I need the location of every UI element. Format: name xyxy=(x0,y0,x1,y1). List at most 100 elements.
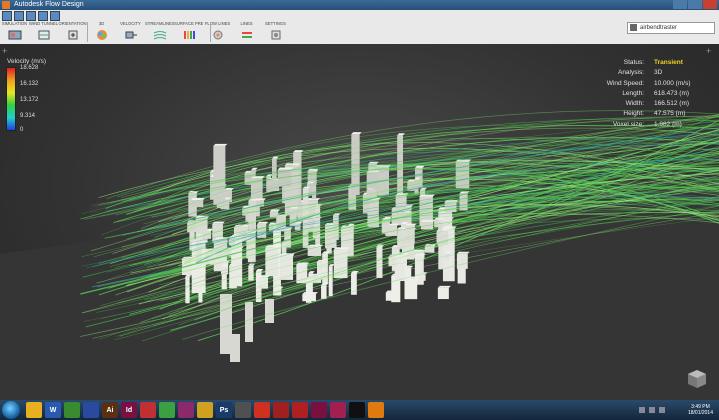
building-face xyxy=(404,278,418,300)
taskbar-app-icon[interactable] xyxy=(292,402,308,418)
3d-view-icon xyxy=(96,30,107,40)
building xyxy=(302,292,318,302)
maximize-button[interactable] xyxy=(688,0,702,9)
avatar-icon xyxy=(630,24,637,31)
tall-building xyxy=(230,334,240,362)
tall-building xyxy=(245,302,253,342)
building xyxy=(279,253,296,280)
taskbar-app-icon[interactable] xyxy=(254,402,270,418)
building-roof xyxy=(351,132,362,135)
close-button[interactable] xyxy=(703,0,717,9)
3d-view-button[interactable] xyxy=(87,27,116,43)
streamlines-button[interactable] xyxy=(145,27,174,43)
add-icon[interactable]: + xyxy=(2,46,7,56)
redo-icon[interactable] xyxy=(50,11,60,21)
taskbar-app-icon[interactable]: Ps xyxy=(216,402,232,418)
taskbar-apps: W Ai Id Ps xyxy=(26,402,384,418)
taskbar-app-icon[interactable] xyxy=(235,402,251,418)
settings-icon xyxy=(271,30,280,40)
tab-surface-pressure[interactable]: SURFACE PRESSURE xyxy=(174,21,203,26)
flag-icon[interactable] xyxy=(659,407,665,413)
velocity-button[interactable] xyxy=(116,27,145,43)
start-button[interactable] xyxy=(2,401,20,419)
taskbar-app-icon[interactable] xyxy=(330,402,346,418)
building-face xyxy=(456,253,468,269)
taskbar-app-icon[interactable] xyxy=(159,402,175,418)
save-icon[interactable] xyxy=(26,11,36,21)
taskbar-app-icon[interactable]: Ai xyxy=(102,402,118,418)
simulation-button[interactable] xyxy=(0,27,29,43)
wind-tunnel-button[interactable] xyxy=(29,27,58,43)
undo-icon[interactable] xyxy=(38,11,48,21)
app-icon xyxy=(2,1,10,9)
taskbar-app-icon[interactable]: W xyxy=(45,402,61,418)
new-icon[interactable] xyxy=(2,11,12,21)
taskbar-app-icon[interactable] xyxy=(178,402,194,418)
building-face xyxy=(213,145,226,205)
network-icon[interactable] xyxy=(639,407,645,413)
taskbar-app-icon[interactable] xyxy=(349,402,365,418)
simulation-viewport[interactable]: + Velocity (m/s) 18.628 16.132 13.172 9.… xyxy=(0,44,719,400)
building-face xyxy=(376,246,383,278)
taskbar-app-icon[interactable] xyxy=(273,402,289,418)
info-row-voxel-size: Voxel size: 1.982 (m) xyxy=(612,120,682,128)
building-face xyxy=(437,287,449,300)
quick-access-toolbar xyxy=(2,10,60,21)
title-bar: Autodesk Flow Design xyxy=(0,0,719,10)
minimize-button[interactable] xyxy=(673,0,687,9)
wind-tunnel-icon xyxy=(38,30,49,40)
info-row-analysis: Analysis: 3D xyxy=(617,69,663,77)
taskbar-app-icon[interactable] xyxy=(140,402,156,418)
building-roof xyxy=(251,167,258,170)
settings-button[interactable] xyxy=(261,27,290,43)
legend-tick: 9.314 xyxy=(20,113,36,119)
legend-tick: 16.132 xyxy=(20,81,39,87)
velocity-icon xyxy=(125,31,137,39)
taskbar-app-icon[interactable] xyxy=(83,402,99,418)
lines-button[interactable] xyxy=(232,27,261,43)
tab-lines[interactable]: LINES xyxy=(232,21,261,26)
building-face xyxy=(248,200,257,232)
tab-velocity[interactable]: VELOCITY xyxy=(116,21,145,26)
tab-settings[interactable]: SETTINGS xyxy=(261,21,290,26)
user-account[interactable]: airbendtraster xyxy=(627,22,715,34)
tab-flow-lines[interactable]: FLOW LINES xyxy=(203,21,232,26)
building-roof xyxy=(302,292,318,295)
taskbar-app-icon[interactable] xyxy=(197,402,213,418)
taskbar-app-icon[interactable] xyxy=(64,402,80,418)
surface-pressure-button[interactable] xyxy=(174,27,203,43)
taskbar: W Ai Id Ps 3:49 PM 18/01/2014 xyxy=(0,400,719,420)
simulation-icon xyxy=(8,30,21,40)
window-controls xyxy=(673,0,717,10)
building xyxy=(213,143,228,205)
streamlines-icon xyxy=(153,31,166,40)
taskbar-app-icon[interactable] xyxy=(311,402,327,418)
orientation-button[interactable] xyxy=(58,27,87,43)
building-face xyxy=(302,294,316,302)
tab-orientation[interactable]: ORIENTATION xyxy=(58,21,87,26)
taskbar-app-icon[interactable] xyxy=(368,402,384,418)
taskbar-app-icon[interactable] xyxy=(26,402,42,418)
view-cube-icon[interactable] xyxy=(686,368,708,390)
building-roof xyxy=(213,143,228,146)
taskbar-app-icon[interactable]: Id xyxy=(121,402,137,418)
simulation-info-panel: Status: Transient Analysis: 3D Wind Speed:… xyxy=(588,58,713,130)
building-face xyxy=(248,265,254,281)
building-face xyxy=(397,229,405,249)
volume-icon[interactable] xyxy=(649,407,655,413)
tab-streamlines[interactable]: STREAMLINES xyxy=(145,21,174,26)
tab-wind-tunnel[interactable]: WIND TUNNEL xyxy=(29,21,58,26)
tab-simulation[interactable]: SIMULATION xyxy=(0,21,29,26)
building-roof xyxy=(279,253,296,256)
clock[interactable]: 3:49 PM 18/01/2014 xyxy=(688,404,713,416)
open-icon[interactable] xyxy=(14,11,24,21)
building-roof xyxy=(419,194,435,197)
info-row-length: Length: 618.473 (m) xyxy=(622,89,690,97)
clock-date: 18/01/2014 xyxy=(687,410,713,416)
add-icon[interactable]: + xyxy=(706,46,711,56)
tab-3d[interactable]: 3D xyxy=(87,21,116,26)
info-row-wind-speed: Wind Speed: 10.000 (m/s) xyxy=(606,79,691,87)
building xyxy=(404,276,420,300)
flow-lines-button[interactable] xyxy=(203,27,232,43)
orientation-icon xyxy=(68,30,77,40)
